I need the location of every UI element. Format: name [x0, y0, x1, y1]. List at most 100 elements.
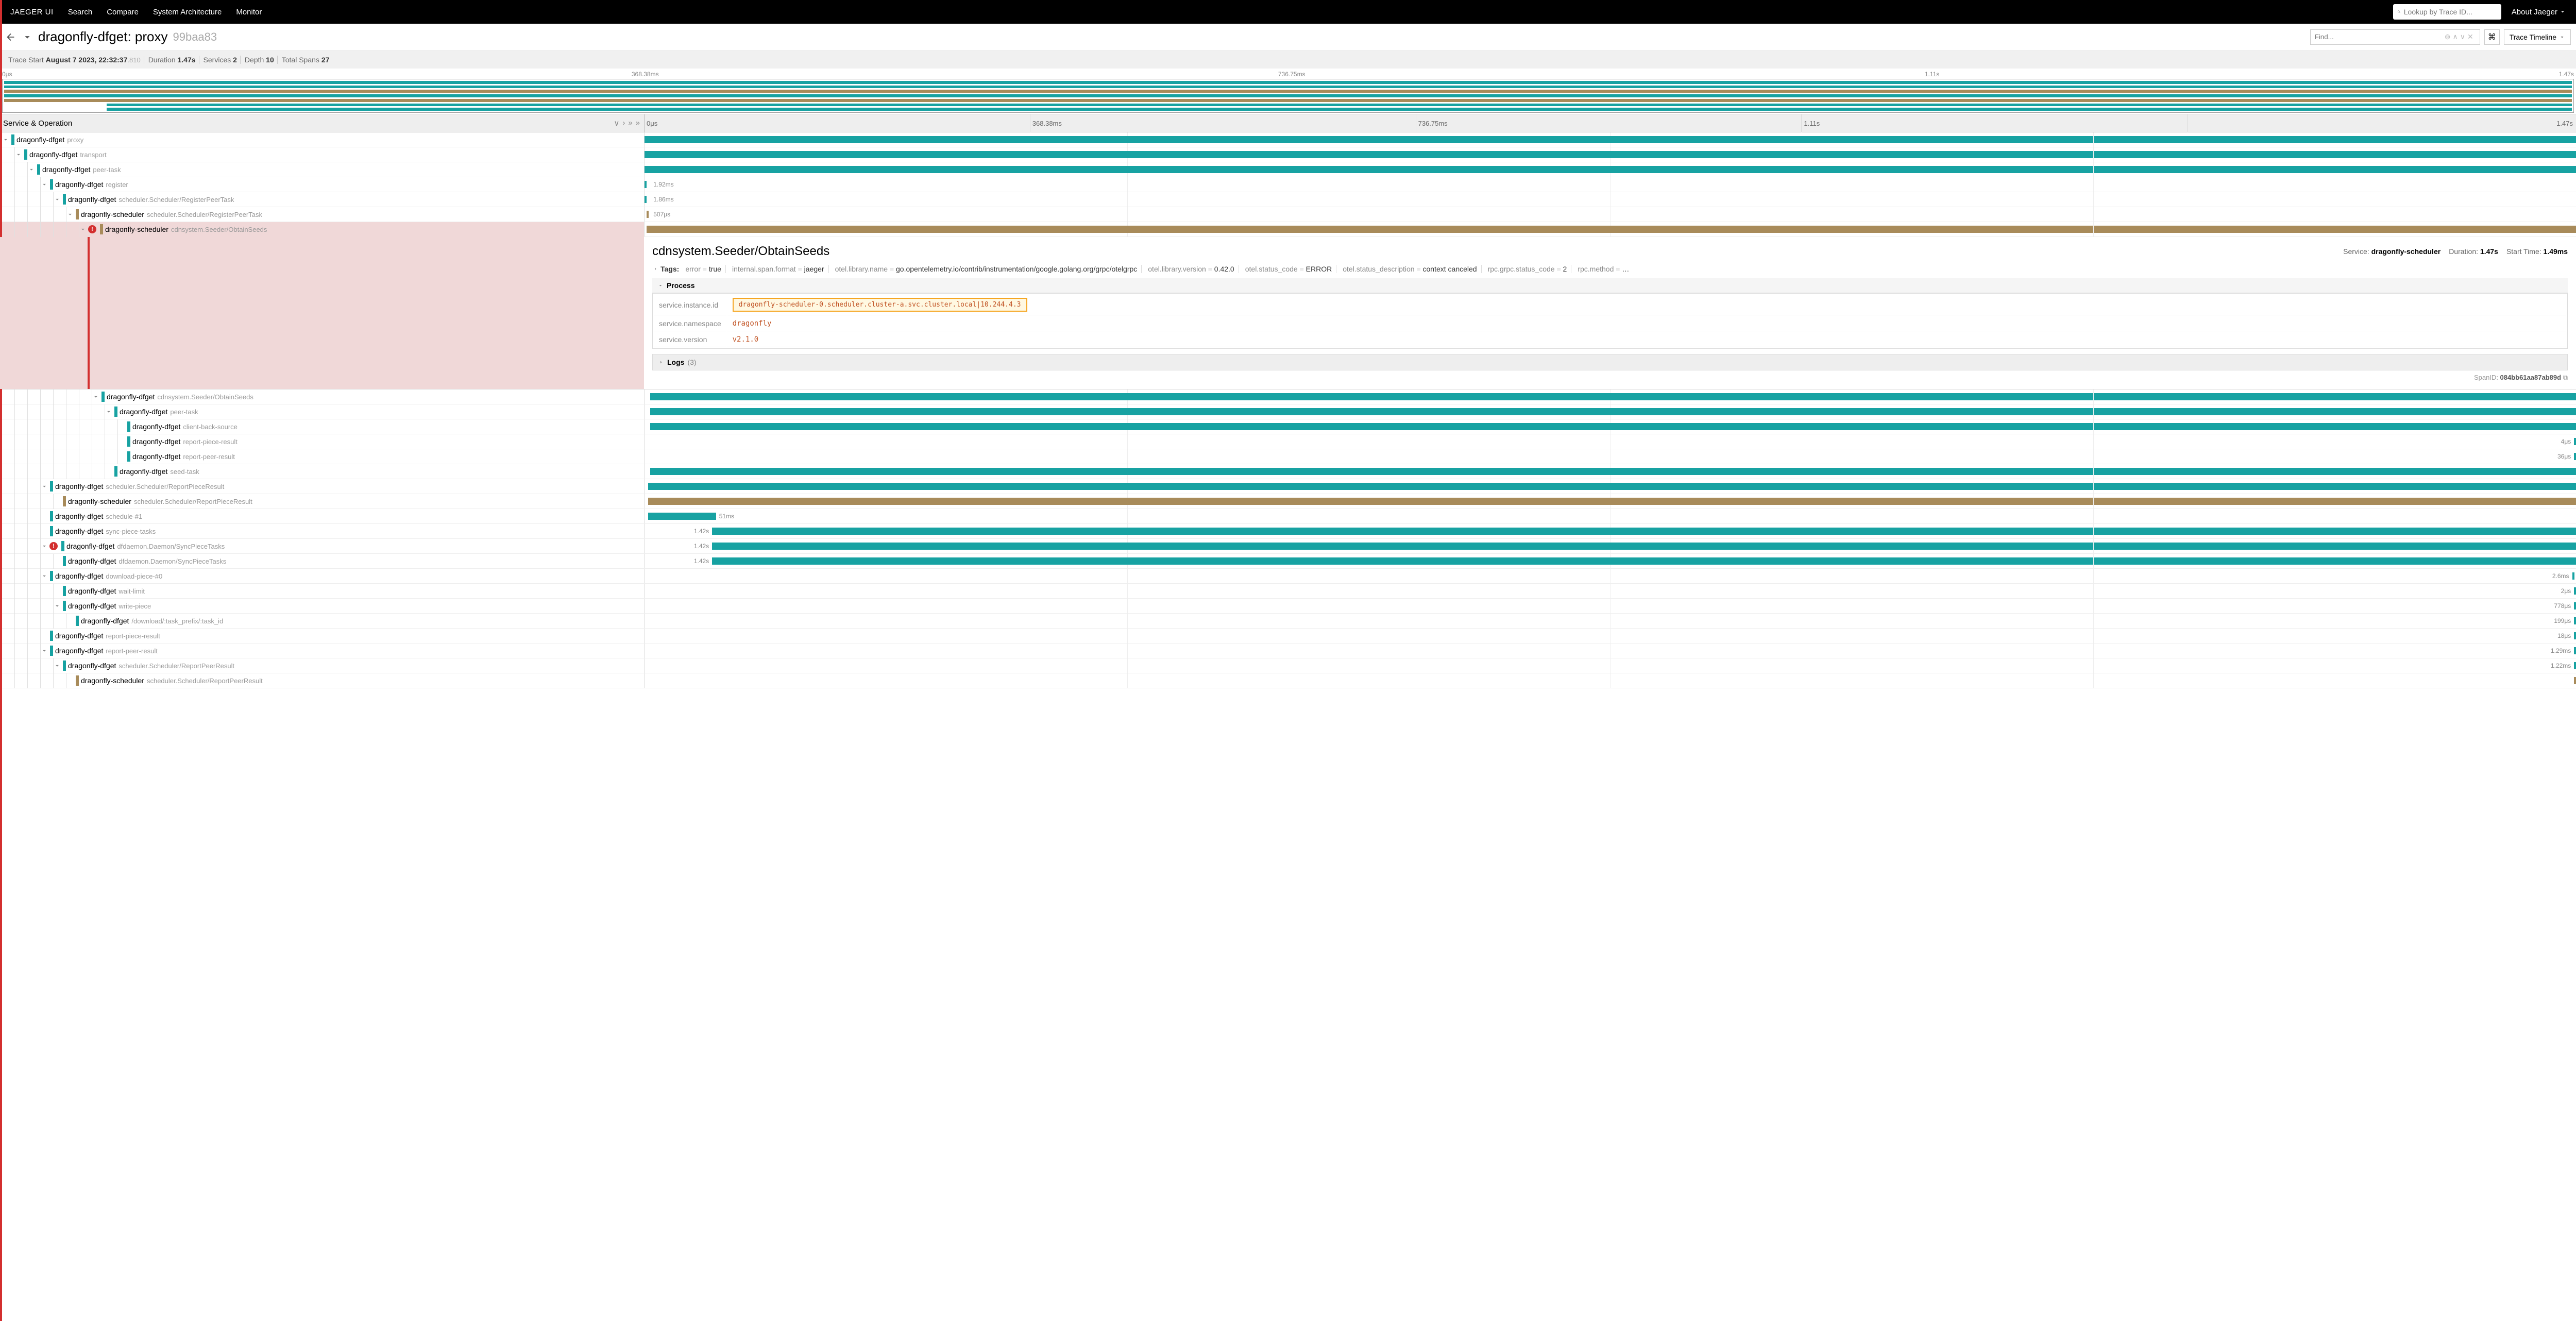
- span-bar[interactable]: [712, 543, 2576, 550]
- span-bar[interactable]: [647, 211, 649, 218]
- span-row[interactable]: dragonfly-dfgetpeer-task: [0, 162, 2576, 177]
- chevron-down-icon[interactable]: [41, 572, 48, 580]
- back-icon[interactable]: [5, 31, 16, 43]
- span-tree-cell[interactable]: dragonfly-dfgetpeer-task: [0, 162, 644, 177]
- span-timeline-cell[interactable]: 51ms: [644, 509, 2576, 523]
- span-row[interactable]: dragonfly-dfgetdownload-piece-#02.6ms: [0, 569, 2576, 584]
- span-tree-cell[interactable]: dragonfly-dfgetwait-limit: [0, 584, 644, 599]
- chevron-down-icon[interactable]: [41, 647, 48, 654]
- span-bar[interactable]: [2574, 602, 2576, 609]
- span-row[interactable]: dragonfly-dfgetscheduler.Scheduler/Repor…: [0, 479, 2576, 494]
- span-row[interactable]: dragonfly-dfgetwrite-piece778μs: [0, 599, 2576, 614]
- span-timeline-cell[interactable]: 1.92ms: [644, 177, 2576, 192]
- chevron-down-icon[interactable]: [28, 166, 35, 173]
- span-bar[interactable]: [712, 557, 2576, 565]
- span-bar[interactable]: [645, 181, 647, 188]
- span-tree-cell[interactable]: dragonfly-dfgetcdnsystem.Seeder/ObtainSe…: [0, 389, 644, 404]
- span-tree-cell[interactable]: dragonfly-dfgetpeer-task: [0, 404, 644, 419]
- span-tree-cell[interactable]: dragonfly-dfgetproxy: [0, 134, 644, 145]
- chevron-down-icon[interactable]: [92, 393, 99, 400]
- span-row[interactable]: dragonfly-dfgetwait-limit2μs: [0, 584, 2576, 599]
- minimap[interactable]: 0μs368.38ms736.75ms1.11s1.47s: [0, 69, 2576, 114]
- span-timeline-cell[interactable]: [644, 419, 2576, 434]
- span-tree-cell[interactable]: dragonfly-dfgetscheduler.Scheduler/Repor…: [0, 479, 644, 494]
- about-jaeger-link[interactable]: About Jaeger: [2512, 8, 2566, 16]
- find-input[interactable]: [2315, 33, 2443, 41]
- span-timeline-cell[interactable]: 1.86ms: [644, 192, 2576, 207]
- span-bar[interactable]: [650, 423, 2576, 430]
- span-bar[interactable]: [2574, 453, 2576, 460]
- expand-down-icon[interactable]: »: [628, 118, 632, 128]
- span-tree-cell[interactable]: dragonfly-dfgetscheduler.Scheduler/Regis…: [0, 192, 644, 207]
- span-timeline-cell[interactable]: 199μs: [644, 614, 2576, 628]
- span-tree-cell[interactable]: dragonfly-dfgetdownload-piece-#0: [0, 569, 644, 584]
- span-bar[interactable]: [645, 151, 2576, 158]
- target-icon[interactable]: ⊚: [2445, 32, 2451, 41]
- span-row[interactable]: dragonfly-dfgetcdnsystem.Seeder/ObtainSe…: [0, 389, 2576, 404]
- find-box[interactable]: ⊚ ∧ ∨ ✕: [2310, 29, 2480, 45]
- span-timeline-cell[interactable]: 18μs: [644, 629, 2576, 643]
- span-bar[interactable]: [2574, 662, 2576, 669]
- span-bar[interactable]: [648, 498, 2576, 505]
- minimap-visual[interactable]: [2, 79, 2574, 113]
- span-timeline-cell[interactable]: 2μs: [644, 584, 2576, 598]
- chevron-down-icon[interactable]: [22, 31, 33, 43]
- span-tree-cell[interactable]: dragonfly-dfgetwrite-piece: [0, 599, 644, 614]
- span-bar[interactable]: [2574, 677, 2576, 684]
- span-tree-cell[interactable]: dragonfly-dfget/download/:task_prefix/:t…: [0, 614, 644, 629]
- span-bar[interactable]: [650, 408, 2576, 415]
- span-row[interactable]: dragonfly-dfgetscheduler.Scheduler/Regis…: [0, 192, 2576, 207]
- span-timeline-cell[interactable]: [644, 147, 2576, 162]
- span-bar[interactable]: [2574, 647, 2576, 654]
- down-icon[interactable]: ∨: [2460, 32, 2465, 41]
- chevron-down-icon[interactable]: [105, 408, 112, 415]
- span-row[interactable]: !dragonfly-schedulercdnsystem.Seeder/Obt…: [0, 222, 2576, 237]
- chevron-down-icon[interactable]: [2, 136, 9, 143]
- span-timeline-cell[interactable]: [644, 404, 2576, 419]
- span-row[interactable]: dragonfly-schedulerscheduler.Scheduler/R…: [0, 673, 2576, 688]
- chevron-down-icon[interactable]: [41, 181, 48, 188]
- span-timeline-cell[interactable]: [644, 464, 2576, 479]
- span-bar[interactable]: [712, 528, 2576, 535]
- copy-icon[interactable]: ⧉: [2563, 374, 2568, 381]
- up-icon[interactable]: ∧: [2452, 32, 2458, 41]
- nav-search[interactable]: Search: [68, 8, 93, 16]
- span-timeline-cell[interactable]: [644, 673, 2576, 688]
- span-bar[interactable]: [2574, 617, 2576, 624]
- span-tree-cell[interactable]: dragonfly-dfgetsync-piece-tasks: [0, 524, 644, 539]
- expand-right-icon[interactable]: ›: [622, 118, 625, 128]
- span-timeline-cell[interactable]: [644, 132, 2576, 147]
- span-tree-cell[interactable]: dragonfly-dfgetscheduler.Scheduler/Repor…: [0, 658, 644, 673]
- span-timeline-cell[interactable]: 36μs: [644, 449, 2576, 464]
- brand[interactable]: JAEGER UI: [10, 8, 54, 16]
- lookup-trace-input[interactable]: [2404, 8, 2497, 16]
- tags-row[interactable]: Tags:error = trueinternal.span.format = …: [652, 265, 2568, 273]
- span-tree-cell[interactable]: dragonfly-dfgetreport-piece-result: [0, 434, 644, 449]
- span-tree-cell[interactable]: dragonfly-dfgetreport-piece-result: [0, 629, 644, 643]
- span-timeline-cell[interactable]: 4μs: [644, 434, 2576, 449]
- span-bar[interactable]: [650, 393, 2576, 400]
- chevron-down-icon[interactable]: [54, 196, 61, 203]
- span-tree-cell[interactable]: dragonfly-dfgetreport-peer-result: [0, 643, 644, 658]
- span-tree-cell[interactable]: dragonfly-dfgetseed-task: [0, 464, 644, 479]
- span-tree-cell[interactable]: dragonfly-dfgetdfdaemon.Daemon/SyncPiece…: [0, 554, 644, 569]
- chevron-down-icon[interactable]: [54, 662, 61, 669]
- span-timeline-cell[interactable]: [644, 162, 2576, 177]
- span-timeline-cell[interactable]: [644, 494, 2576, 509]
- span-row[interactable]: dragonfly-dfgettransport: [0, 147, 2576, 162]
- span-row[interactable]: dragonfly-dfgetschedule-#151ms: [0, 509, 2576, 524]
- span-timeline-cell[interactable]: 778μs: [644, 599, 2576, 613]
- span-row[interactable]: !dragonfly-dfgetdfdaemon.Daemon/SyncPiec…: [0, 539, 2576, 554]
- span-bar[interactable]: [2572, 572, 2574, 580]
- span-tree-cell[interactable]: dragonfly-schedulerscheduler.Scheduler/R…: [0, 673, 644, 688]
- span-row[interactable]: dragonfly-dfgetpeer-task: [0, 404, 2576, 419]
- span-bar[interactable]: [645, 196, 647, 203]
- span-timeline-cell[interactable]: 1.42s: [644, 554, 2576, 568]
- span-tree-cell[interactable]: dragonfly-dfgettransport: [0, 147, 644, 162]
- span-row[interactable]: dragonfly-dfgetdfdaemon.Daemon/SyncPiece…: [0, 554, 2576, 569]
- span-bar[interactable]: [648, 513, 716, 520]
- span-row[interactable]: dragonfly-schedulerscheduler.Scheduler/R…: [0, 207, 2576, 222]
- span-row[interactable]: dragonfly-dfgetreport-peer-result1.29ms: [0, 643, 2576, 658]
- nav-architecture[interactable]: System Architecture: [153, 8, 222, 16]
- span-bar[interactable]: [2574, 438, 2576, 445]
